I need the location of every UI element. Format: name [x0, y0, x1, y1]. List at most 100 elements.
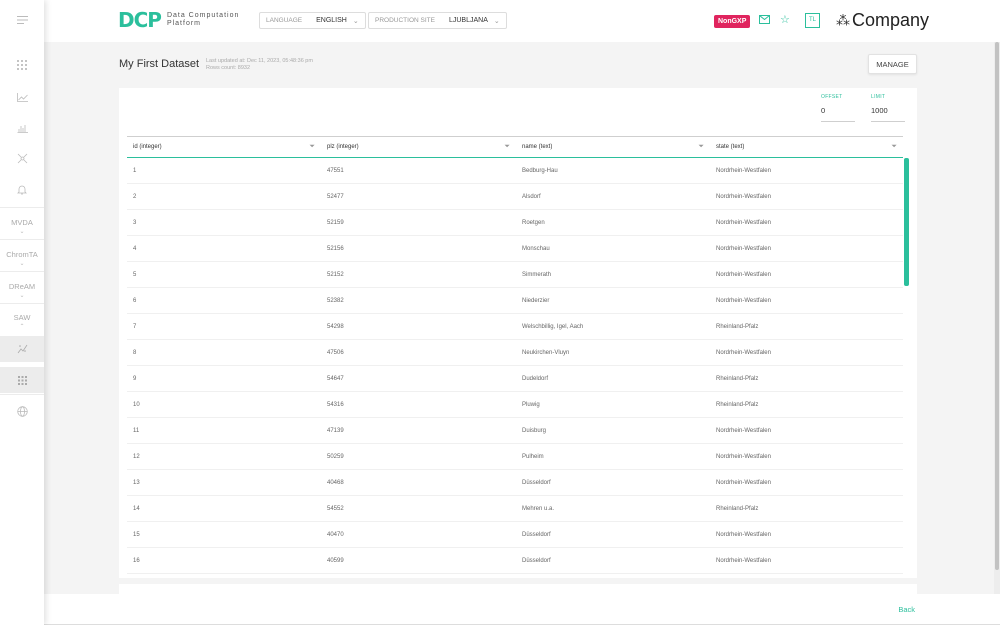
globe-icon[interactable] — [0, 396, 44, 426]
gxp-status-badge: NonGXP — [714, 15, 751, 28]
column-header-label: state (text) — [716, 144, 745, 150]
table-scrollbar[interactable] — [904, 158, 909, 286]
language-select[interactable]: LANGUAGE ENGLISH ⌄ — [259, 12, 366, 29]
sidebar-item-label: DReAM — [8, 282, 36, 291]
table-row[interactable]: 5 52152 Simmerath Nordrhein-Westfalen — [127, 261, 903, 288]
table-row[interactable]: 15 40470 Düsseldorf Nordrhein-Westfalen — [127, 521, 903, 548]
sidebar-item-mvda[interactable]: MVDA ⌄ — [0, 218, 44, 235]
table-cell: 15 — [127, 521, 321, 548]
table-row[interactable]: 16 40599 Düsseldorf Nordrhein-Westfalen — [127, 547, 903, 574]
table-cell: 8 — [127, 339, 321, 366]
table-cell: Nordrhein-Westfalen — [710, 521, 903, 548]
table-row[interactable]: 7 54298 Welschbillig, Igel, Aach Rheinland-… — [127, 313, 903, 340]
chevron-down-icon: ⌄ — [19, 229, 25, 235]
company-name: Company — [852, 10, 930, 30]
table-cell: Düsseldorf — [516, 521, 710, 548]
column-header[interactable]: name (text) ⏷ — [516, 136, 710, 158]
manage-button[interactable]: MANAGE — [868, 54, 917, 74]
table-cell: Dudeldorf — [516, 365, 710, 392]
table-cell: Nordrhein-Westfalen — [710, 235, 903, 262]
mail-icon[interactable] — [759, 14, 770, 28]
table-cell: 2 — [127, 183, 321, 210]
table-cell: 9 — [127, 365, 321, 392]
table-cell: Nordrhein-Westfalen — [710, 339, 903, 366]
table-cell: 40468 — [321, 469, 516, 496]
chevron-down-icon: ⌄ — [19, 261, 25, 267]
page-title: My First Dataset — [119, 58, 200, 70]
limit-input[interactable]: 1000 — [871, 106, 905, 115]
column-header[interactable]: plz (integer) ⏷ — [321, 136, 516, 158]
sidebar-item-dream[interactable]: DReAM ⌄ — [0, 282, 44, 299]
table-cell: 14 — [127, 495, 321, 522]
table-cell: 16 — [127, 547, 321, 574]
table-row[interactable]: 3 52159 Roetgen Nordrhein-Westfalen — [127, 209, 903, 236]
table-cell: 47139 — [321, 417, 516, 444]
table-cell: Duisburg — [516, 417, 710, 444]
sidebar-item-chromta[interactable]: ChromTA ⌄ — [0, 250, 44, 267]
table-cell: Nordrhein-Westfalen — [710, 157, 903, 184]
main-content: My First Dataset Last updated at: Dec 11… — [44, 42, 994, 594]
table-row[interactable]: 11 47139 Duisburg Nordrhein-Westfalen — [127, 417, 903, 444]
site-value: LJUBLJANA — [448, 17, 488, 24]
table-cell: 50259 — [321, 443, 516, 470]
limit-field[interactable]: LIMIT 1000 — [871, 94, 905, 122]
site-label: PRODUCTION SITE — [375, 17, 435, 24]
scatter-plot-icon[interactable] — [0, 336, 44, 362]
table-cell: Rheinland-Pfalz — [710, 495, 903, 522]
table-cell: 5 — [127, 261, 321, 288]
table-cell: Düsseldorf — [516, 547, 710, 574]
filter-icon[interactable]: ⏷ — [504, 143, 510, 151]
dataset-table: id (integer) ⏷ plz (integer) ⏷ name (text)… — [127, 136, 903, 574]
table-cell: Simmerath — [516, 261, 710, 288]
table-cell: 54298 — [321, 313, 516, 340]
table-row[interactable]: 14 54552 Mehren u.a. Rheinland-Pfalz — [127, 495, 903, 522]
page-scrollbar[interactable] — [994, 42, 1000, 594]
line-chart-icon[interactable] — [0, 82, 44, 112]
filter-icon[interactable]: ⏷ — [698, 143, 704, 151]
table-row[interactable]: 4 52156 Monschau Nordrhein-Westfalen — [127, 235, 903, 262]
offset-label: OFFSET — [821, 94, 843, 100]
dataset-grid-icon[interactable] — [0, 367, 44, 393]
table-row[interactable]: 8 47506 Neukirchen-Vluyn Nordrhein-Westfale… — [127, 339, 903, 366]
back-link[interactable]: Back — [898, 605, 915, 614]
table-cell: Mehren u.a. — [516, 495, 710, 522]
sidebar: MVDA ⌄ ChromTA ⌄ DReAM ⌄ SAW ⌃ — [0, 0, 44, 625]
bell-icon[interactable] — [0, 174, 44, 204]
table-row[interactable]: 12 50259 Pulheim Nordrhein-Westfalen — [127, 443, 903, 470]
bar-chart-icon[interactable] — [0, 113, 44, 143]
offset-field[interactable]: OFFSET 0 — [821, 94, 855, 122]
page-scrollbar-thumb[interactable] — [995, 42, 999, 570]
dcp-logo[interactable]: DCP Data Computation Platform — [118, 10, 239, 30]
offset-input[interactable]: 0 — [821, 106, 855, 115]
sidebar-item-saw[interactable]: SAW ⌃ — [0, 313, 44, 330]
table-row[interactable]: 2 52477 Alsdorf Nordrhein-Westfalen — [127, 183, 903, 210]
table-cell: 1 — [127, 157, 321, 184]
sidebar-divider — [0, 239, 44, 240]
user-avatar[interactable]: TL — [805, 13, 820, 28]
table-cell: Monschau — [516, 235, 710, 262]
table-row[interactable]: 9 54647 Dudeldorf Rheinland-Pfalz — [127, 365, 903, 392]
network-icon[interactable] — [0, 143, 44, 173]
filter-icon[interactable]: ⏷ — [891, 143, 897, 151]
filter-icon[interactable]: ⏷ — [309, 143, 315, 151]
table-row[interactable]: 13 40468 Düsseldorf Nordrhein-Westfalen — [127, 469, 903, 496]
column-header[interactable]: state (text) ⏷ — [710, 136, 903, 158]
table-cell: 52159 — [321, 209, 516, 236]
grid-icon[interactable] — [0, 50, 44, 80]
logo-line-2: Platform — [166, 20, 201, 27]
star-icon[interactable]: ☆ — [780, 13, 790, 27]
table-cell: 4 — [127, 235, 321, 262]
sidebar-divider — [0, 207, 44, 208]
logo-line-1: Data Computation — [166, 12, 240, 19]
table-row[interactable]: 10 54316 Pluwig Rheinland-Pfalz — [127, 391, 903, 418]
production-site-select[interactable]: PRODUCTION SITE LJUBLJANA ⌄ — [368, 12, 507, 29]
sidebar-item-label: SAW — [13, 313, 31, 322]
table-row[interactable]: 1 47551 Bedburg-Hau Nordrhein-Westfalen — [127, 157, 903, 184]
table-cell: Pulheim — [516, 443, 710, 470]
chevron-down-icon: ⌄ — [493, 17, 500, 25]
table-cell: 52382 — [321, 287, 516, 314]
menu-icon[interactable] — [0, 5, 44, 35]
footer: Back — [44, 594, 1000, 625]
table-row[interactable]: 6 52382 Niederzier Nordrhein-Westfalen — [127, 287, 903, 314]
column-header[interactable]: id (integer) ⏷ — [127, 136, 321, 158]
